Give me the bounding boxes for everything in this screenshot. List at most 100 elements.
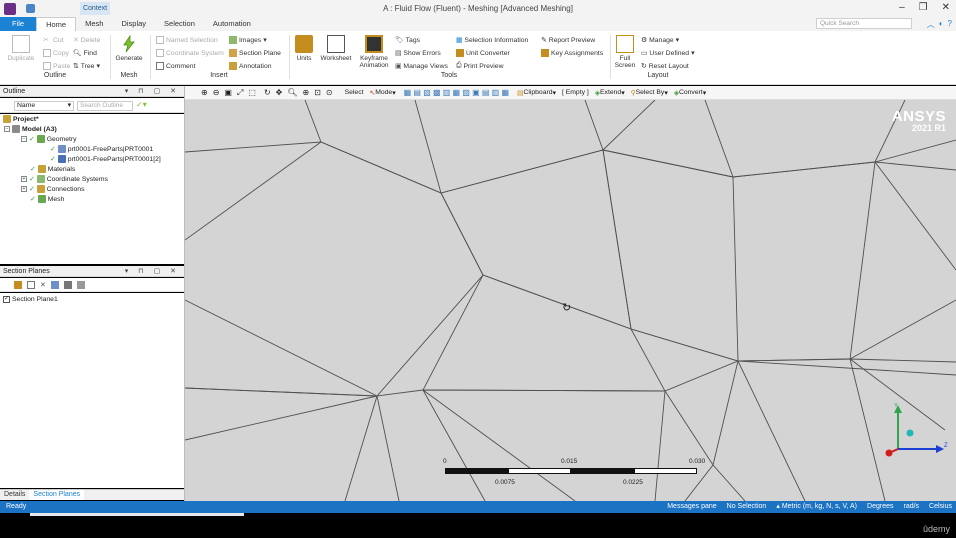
tree-item-part-1[interactable]: ✓ prt0001-FreeParts|PRT0001 bbox=[50, 145, 153, 153]
collapse-ribbon-icon[interactable]: ︿ bbox=[927, 19, 935, 30]
duplicate-button[interactable]: Duplicate bbox=[6, 35, 36, 62]
report-preview-button[interactable]: ✎ Report Preview bbox=[541, 36, 595, 45]
show-section-icon[interactable] bbox=[50, 281, 59, 289]
pan-icon[interactable]: ✥ bbox=[276, 88, 283, 97]
magnify-icon[interactable]: ⊕ bbox=[303, 88, 310, 97]
zoom-fit-icon[interactable]: ⤢ bbox=[237, 88, 243, 98]
full-screen-button[interactable]: Full Screen bbox=[612, 35, 638, 69]
worksheet-button[interactable]: Worksheet bbox=[318, 35, 354, 62]
units-button[interactable]: Units bbox=[292, 35, 316, 62]
unit-system-button[interactable]: ▴ Metric (m, kg, N, s, V, A) bbox=[776, 501, 857, 513]
select-by-dropdown[interactable]: Select By bbox=[636, 89, 665, 96]
tab-home[interactable]: Home bbox=[36, 17, 77, 31]
tab-automation[interactable]: Automation bbox=[204, 17, 260, 31]
named-selection-button[interactable]: Named Selection bbox=[156, 36, 218, 44]
temperature-unit[interactable]: Celsius bbox=[929, 501, 952, 513]
tree-item-mesh[interactable]: ✓ Mesh bbox=[30, 195, 64, 203]
tree-item-materials[interactable]: ✓ Materials bbox=[30, 165, 75, 173]
delete-icon: ✕ bbox=[73, 37, 79, 44]
zoom-in-icon[interactable]: ⊕ bbox=[201, 88, 208, 97]
panel-controls[interactable]: ▾ ⊓ ▢ ✕ bbox=[125, 266, 180, 277]
convert-dropdown[interactable]: Convert bbox=[679, 89, 703, 96]
manage-views-button[interactable]: ▣ Manage Views bbox=[395, 62, 448, 71]
clipboard-dropdown[interactable]: Clipboard bbox=[523, 89, 552, 96]
messages-pane-button[interactable]: Messages pane bbox=[667, 501, 716, 513]
user-defined-button[interactable]: ▭ User Defined ▾ bbox=[641, 49, 695, 58]
box-zoom-icon[interactable]: ▣ bbox=[224, 88, 232, 97]
delete-button[interactable]: ✕ Delete bbox=[73, 36, 100, 45]
checkbox-checked-icon[interactable]: ✓ bbox=[3, 296, 10, 303]
minimize-icon[interactable]: – bbox=[899, 2, 905, 13]
new-section-plane-icon[interactable] bbox=[14, 281, 22, 289]
annotation-button[interactable]: Annotation bbox=[229, 62, 272, 70]
paste-button[interactable]: Paste bbox=[43, 62, 70, 70]
outline-group-label: Outline bbox=[43, 72, 67, 79]
magnifier-icon[interactable]: ⊙ bbox=[326, 88, 333, 97]
tree-item-part-2[interactable]: ✓ prt0001-FreeParts|PRT0001[2] bbox=[50, 155, 161, 163]
graphics-viewport[interactable]: ANSYS 2021 R1 ↻ 0 0.015 0.030 0.0075 0.0… bbox=[185, 100, 956, 501]
expand-icon[interactable]: + bbox=[21, 186, 27, 192]
expand-icon[interactable]: + bbox=[21, 176, 27, 182]
select-vertex-icon[interactable]: ▦ ▤ ▧ ▩ ▥ ▦ ▨ ▣ ▤ ▥ ▦ bbox=[404, 88, 509, 97]
mode-dropdown[interactable]: Mode bbox=[375, 89, 392, 96]
tree-item-geometry[interactable]: − ✓ Geometry bbox=[21, 135, 77, 143]
tree-item-project[interactable]: Project* bbox=[3, 115, 39, 123]
section-plane-button[interactable]: Section Plane bbox=[229, 49, 281, 57]
selection-information-button[interactable]: ▦ Selection Information bbox=[456, 36, 528, 45]
chevron-down-icon: ▾ bbox=[263, 37, 267, 44]
comment-button[interactable]: Comment bbox=[156, 62, 195, 70]
tab-section-planes[interactable]: Section Planes bbox=[29, 490, 85, 500]
reset-layout-button[interactable]: ↻ Reset Layout bbox=[641, 62, 689, 71]
zoom-icon[interactable]: 🔍︎ bbox=[287, 88, 297, 97]
angular-velocity-unit[interactable]: rad/s bbox=[903, 501, 919, 513]
zoom-out-icon[interactable]: ⊖ bbox=[213, 88, 220, 97]
tags-button[interactable]: 🏷︎ Tags bbox=[395, 36, 420, 45]
help-icon[interactable]: ? bbox=[948, 19, 952, 30]
tab-file[interactable]: File bbox=[0, 17, 37, 31]
section-view-icon[interactable] bbox=[63, 281, 72, 289]
extend-dropdown[interactable]: Extend bbox=[600, 89, 621, 96]
collapse-icon[interactable]: − bbox=[21, 136, 27, 142]
rotate-icon[interactable]: ↻ bbox=[264, 88, 271, 97]
cut-button[interactable]: ✂ Cut bbox=[43, 36, 64, 45]
quick-search-input[interactable]: Quick Search bbox=[816, 18, 912, 29]
section-display-icon[interactable] bbox=[76, 281, 85, 289]
fit-icon[interactable]: ⊡ bbox=[314, 88, 321, 97]
look-at-icon[interactable]: ⬚ bbox=[248, 88, 256, 97]
find-button[interactable]: 🔍︎ Find bbox=[73, 49, 97, 58]
tab-details[interactable]: Details bbox=[0, 490, 29, 500]
panel-controls[interactable]: ▾ ⊓ ▢ ✕ bbox=[125, 86, 180, 97]
key-assignments-button[interactable]: Key Assignments bbox=[541, 49, 603, 57]
tab-mesh[interactable]: Mesh bbox=[76, 17, 112, 31]
edit-section-icon[interactable] bbox=[27, 281, 35, 289]
delete-icon[interactable]: ✕ bbox=[40, 281, 46, 289]
images-button[interactable]: Images ▾ bbox=[229, 36, 267, 44]
unit-converter-button[interactable]: Unit Converter bbox=[456, 49, 510, 57]
filter-icon[interactable]: ✓▾ bbox=[136, 100, 147, 109]
print-preview-button[interactable]: ⎙ Print Preview bbox=[456, 62, 503, 70]
views-icon: ▣ bbox=[395, 63, 402, 70]
close-icon[interactable]: ✕ bbox=[942, 2, 950, 13]
tab-display[interactable]: Display bbox=[112, 17, 155, 31]
select-button[interactable]: Select bbox=[345, 89, 364, 96]
copy-button[interactable]: Copy bbox=[43, 49, 69, 57]
chevron-down-icon: ▾ bbox=[392, 89, 396, 97]
show-errors-button[interactable]: ▤ Show Errors bbox=[395, 49, 441, 58]
outline-search-input[interactable]: Search Outline bbox=[77, 101, 133, 111]
name-filter-dropdown[interactable]: Name ▾ bbox=[14, 101, 74, 111]
restore-icon[interactable]: ❐ bbox=[919, 2, 928, 13]
tree-item-coordinate-systems[interactable]: + ✓ Coordinate Systems bbox=[21, 175, 108, 183]
tab-selection[interactable]: Selection bbox=[155, 17, 204, 31]
angle-unit[interactable]: Degrees bbox=[867, 501, 893, 513]
section-plane-item[interactable]: ✓ Section Plane1 bbox=[3, 296, 58, 303]
tree-button[interactable]: ⇅ Tree ▾ bbox=[73, 62, 100, 71]
tree-item-connections[interactable]: + ✓ Connections bbox=[21, 185, 85, 193]
keyframe-animation-button[interactable]: Keyframe Animation bbox=[356, 35, 392, 69]
collapse-icon[interactable]: − bbox=[4, 126, 10, 132]
tree-item-model[interactable]: − Model (A3) bbox=[4, 125, 57, 133]
coordinate-system-button[interactable]: Coordinate System bbox=[156, 49, 224, 57]
generate-button[interactable]: Generate bbox=[113, 34, 145, 62]
duplicate-icon bbox=[12, 35, 30, 53]
manage-button[interactable]: ⚙ Manage ▾ bbox=[641, 36, 679, 45]
settings-icon[interactable]: ◐ bbox=[939, 19, 944, 30]
